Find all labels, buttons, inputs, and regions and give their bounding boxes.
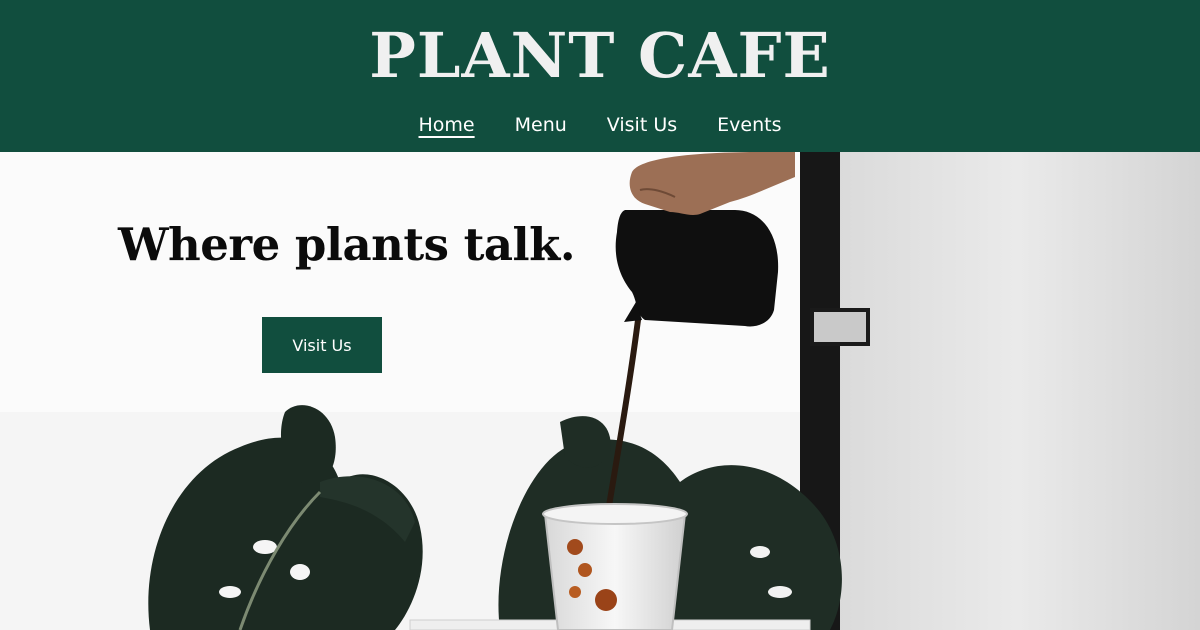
visit-us-button[interactable]: Visit Us: [262, 317, 382, 373]
coffee-pitcher: [615, 210, 779, 327]
nav-link-home[interactable]: Home: [419, 111, 475, 139]
hero-tagline: Where plants talk.: [118, 218, 576, 271]
site-logo-text[interactable]: PLANT CAFE: [0, 20, 1200, 92]
main-nav: Home Menu Visit Us Events: [0, 111, 1200, 139]
nav-link-events[interactable]: Events: [717, 111, 781, 139]
iced-coffee-cup: [542, 503, 688, 630]
nav-link-menu[interactable]: Menu: [515, 111, 567, 139]
nav-link-visit-us[interactable]: Visit Us: [607, 111, 677, 139]
hero-section: Where plants talk. Visit Us: [0, 152, 1200, 630]
site-header: PLANT CAFE Home Menu Visit Us Events: [0, 0, 1200, 152]
